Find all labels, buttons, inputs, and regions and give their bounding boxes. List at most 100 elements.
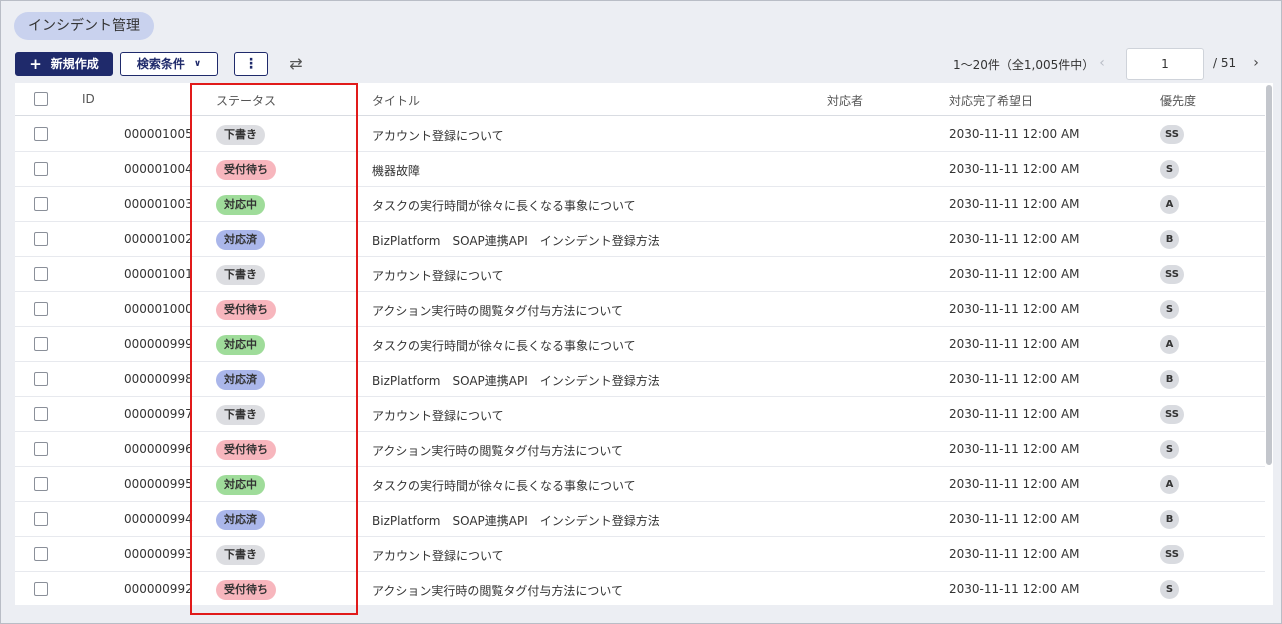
create-button[interactable]: + 新規作成 [15, 52, 113, 76]
row-checkbox[interactable] [34, 337, 48, 351]
row-id: 000000996 [124, 442, 193, 456]
row-due-date: 2030-11-11 12:00 AM [949, 582, 1080, 596]
status-badge: 対応済 [216, 370, 265, 390]
pager-count: 1〜20件（全1,005件中） [953, 58, 1095, 72]
priority-badge: S [1160, 300, 1179, 319]
status-badge: 下書き [216, 545, 265, 565]
table-row[interactable]: 000001001 下書き アカウント登録について 2030-11-11 12:00 … [15, 257, 1265, 292]
row-due-date: 2030-11-11 12:00 AM [949, 197, 1080, 211]
row-title[interactable]: BizPlatform SOAP連携API インシデント登録方法 [372, 232, 660, 249]
table-row[interactable]: 000001000 受付待ち アクション実行時の閲覧タグ付与方法について 2030-1… [15, 292, 1265, 327]
row-id: 000001001 [124, 267, 193, 281]
row-checkbox[interactable] [34, 512, 48, 526]
select-all-checkbox[interactable] [34, 92, 48, 106]
row-checkbox[interactable] [34, 407, 48, 421]
row-title[interactable]: BizPlatform SOAP連携API インシデント登録方法 [372, 512, 660, 529]
create-button-label: 新規作成 [50, 57, 99, 71]
row-due-date: 2030-11-11 12:00 AM [949, 302, 1080, 316]
row-id: 000001005 [124, 127, 193, 141]
page-title: インシデント管理 [14, 12, 154, 40]
status-badge: 対応済 [216, 510, 265, 530]
status-badge: 受付待ち [216, 440, 276, 460]
row-id: 000000999 [124, 337, 193, 351]
table-row[interactable]: 000001005 下書き アカウント登録について 2030-11-11 12:00 … [15, 117, 1265, 152]
row-title[interactable]: アカウント登録について [372, 547, 504, 564]
column-header-assignee[interactable]: 対応者 [827, 92, 863, 109]
pager-prev-icon[interactable]: ‹ [1094, 53, 1110, 73]
row-title[interactable]: アカウント登録について [372, 407, 504, 424]
row-due-date: 2030-11-11 12:00 AM [949, 442, 1080, 456]
status-badge: 対応中 [216, 335, 265, 355]
row-id: 000000993 [124, 547, 193, 561]
table-row[interactable]: 000001004 受付待ち 機器故障 2030-11-11 12:00 AM S [15, 152, 1265, 187]
column-header-status[interactable]: ステータス [216, 92, 276, 109]
row-checkbox[interactable] [34, 582, 48, 596]
row-checkbox[interactable] [34, 197, 48, 211]
table-row[interactable]: 000000993 下書き アカウント登録について 2030-11-11 12:00 … [15, 537, 1265, 572]
more-options-button[interactable]: ⋮ [234, 52, 268, 76]
row-title[interactable]: アカウント登録について [372, 127, 504, 144]
row-due-date: 2030-11-11 12:00 AM [949, 477, 1080, 491]
table-row[interactable]: 000000996 受付待ち アクション実行時の閲覧タグ付与方法について 2030-1… [15, 432, 1265, 467]
row-id: 000001003 [124, 197, 193, 211]
row-due-date: 2030-11-11 12:00 AM [949, 267, 1080, 281]
row-title[interactable]: アカウント登録について [372, 267, 504, 284]
row-title[interactable]: タスクの実行時間が徐々に長くなる事象について [372, 477, 636, 494]
row-due-date: 2030-11-11 12:00 AM [949, 127, 1080, 141]
column-header-due[interactable]: 対応完了希望日 [949, 92, 1033, 109]
status-badge: 下書き [216, 125, 265, 145]
table-row[interactable]: 000000999 対応中 タスクの実行時間が徐々に長くなる事象について 2030-1… [15, 327, 1265, 362]
row-id: 000000994 [124, 512, 193, 526]
status-badge: 対応中 [216, 475, 265, 495]
table-row[interactable]: 000000995 対応中 タスクの実行時間が徐々に長くなる事象について 2030-1… [15, 467, 1265, 502]
priority-badge: SS [1160, 545, 1184, 564]
row-checkbox[interactable] [34, 442, 48, 456]
priority-badge: B [1160, 510, 1179, 529]
row-id: 000000992 [124, 582, 193, 596]
row-title[interactable]: タスクの実行時間が徐々に長くなる事象について [372, 197, 636, 214]
row-checkbox[interactable] [34, 162, 48, 176]
row-checkbox[interactable] [34, 302, 48, 316]
row-title[interactable]: アクション実行時の閲覧タグ付与方法について [372, 442, 623, 459]
table-row[interactable]: 000000997 下書き アカウント登録について 2030-11-11 12:00 … [15, 397, 1265, 432]
column-header-id[interactable]: ID [82, 92, 95, 106]
more-vertical-icon: ⋮ [244, 56, 258, 72]
status-badge: 対応中 [216, 195, 265, 215]
incident-table: ID ステータス タイトル 対応者 対応完了希望日 優先度 000001005 下… [15, 83, 1273, 605]
column-header-priority[interactable]: 優先度 [1160, 92, 1196, 109]
table-row[interactable]: 000001002 対応済 BizPlatform SOAP連携API インシデント… [15, 222, 1265, 257]
row-checkbox[interactable] [34, 547, 48, 561]
table-row[interactable]: 000001003 対応中 タスクの実行時間が徐々に長くなる事象について 2030-1… [15, 187, 1265, 222]
priority-badge: SS [1160, 405, 1184, 424]
column-header-title[interactable]: タイトル [372, 92, 420, 109]
table-row[interactable]: 000000998 対応済 BizPlatform SOAP連携API インシデント… [15, 362, 1265, 397]
table-row[interactable]: 000000994 対応済 BizPlatform SOAP連携API インシデント… [15, 502, 1265, 537]
row-title[interactable]: BizPlatform SOAP連携API インシデント登録方法 [372, 372, 660, 389]
page-number-input[interactable] [1126, 48, 1204, 80]
row-checkbox[interactable] [34, 372, 48, 386]
row-title[interactable]: タスクの実行時間が徐々に長くなる事象について [372, 337, 636, 354]
row-title[interactable]: 機器故障 [372, 162, 420, 179]
row-checkbox[interactable] [34, 477, 48, 491]
swap-icon[interactable]: ⇄ [285, 53, 307, 75]
scrollbar-thumb[interactable] [1266, 85, 1272, 465]
pager-next-icon[interactable]: › [1248, 53, 1264, 73]
status-badge: 下書き [216, 265, 265, 285]
row-id: 000000997 [124, 407, 193, 421]
priority-badge: A [1160, 335, 1179, 354]
row-checkbox[interactable] [34, 232, 48, 246]
app-frame: インシデント管理 + 新規作成 検索条件 ∨ ⋮ ⇄ 1〜20件（全1,005件… [0, 0, 1282, 624]
row-checkbox[interactable] [34, 127, 48, 141]
search-conditions-label: 検索条件 [136, 57, 185, 71]
priority-badge: B [1160, 230, 1179, 249]
row-due-date: 2030-11-11 12:00 AM [949, 162, 1080, 176]
row-checkbox[interactable] [34, 267, 48, 281]
priority-badge: S [1160, 160, 1179, 179]
search-conditions-button[interactable]: 検索条件 ∨ [120, 52, 218, 76]
row-title[interactable]: アクション実行時の閲覧タグ付与方法について [372, 302, 623, 319]
row-due-date: 2030-11-11 12:00 AM [949, 547, 1080, 561]
row-title[interactable]: アクション実行時の閲覧タグ付与方法について [372, 582, 623, 599]
table-row[interactable]: 000000992 受付待ち アクション実行時の閲覧タグ付与方法について 2030-1… [15, 572, 1265, 605]
row-id: 000001004 [124, 162, 193, 176]
row-id: 000000998 [124, 372, 193, 386]
